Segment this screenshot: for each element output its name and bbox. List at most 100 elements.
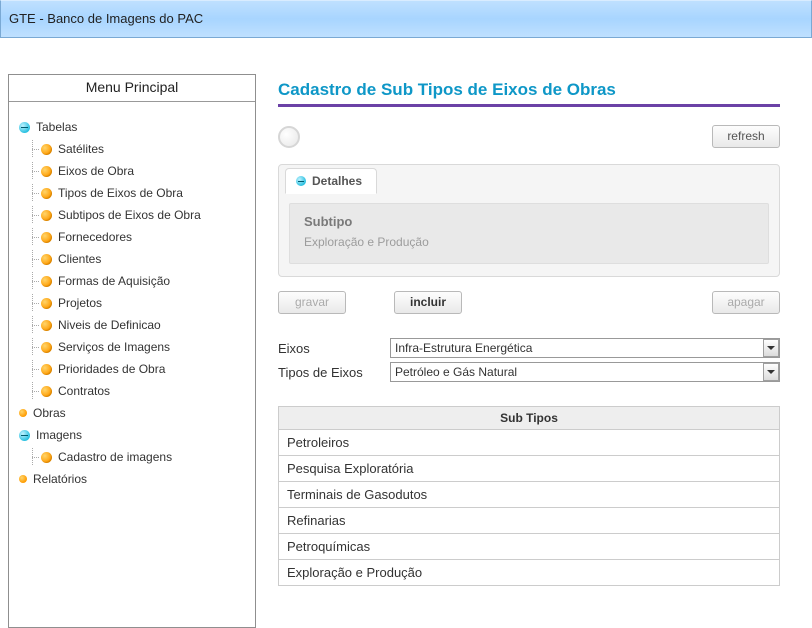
tab-detalhes[interactable]: Detalhes xyxy=(285,168,377,194)
nav-label: Serviços de Imagens xyxy=(58,338,170,356)
sidebar: Menu Principal TabelasSatélitesEixos de … xyxy=(8,74,256,628)
collapse-icon xyxy=(296,176,306,186)
tree-line xyxy=(25,360,41,378)
nav-item[interactable]: Tipos de Eixos de Obra xyxy=(25,182,255,204)
bullet-icon xyxy=(41,210,52,221)
apagar-button[interactable]: apagar xyxy=(712,291,780,314)
label-tipos-eixos: Tipos de Eixos xyxy=(278,365,390,380)
tree-line xyxy=(25,184,41,202)
tree-line xyxy=(25,448,41,466)
bullet-icon xyxy=(41,254,52,265)
chevron-down-icon[interactable] xyxy=(763,363,779,381)
button-label: apagar xyxy=(727,295,764,309)
bullet-icon xyxy=(41,386,52,397)
bullet-icon xyxy=(41,144,52,155)
nav-item[interactable]: Satélites xyxy=(25,138,255,160)
select-value: Petróleo e Gás Natural xyxy=(395,365,775,379)
window-titlebar: GTE - Banco de Imagens do PAC xyxy=(0,0,812,38)
select-value: Infra-Estrutura Energética xyxy=(395,341,775,355)
bullet-icon xyxy=(41,232,52,243)
field-label-subtipo: Subtipo xyxy=(304,214,754,229)
nav-label: Prioridades de Obra xyxy=(58,360,165,378)
bullet-icon xyxy=(41,166,52,177)
nav-label: Eixos de Obra xyxy=(58,162,134,180)
details-panel: Detalhes Subtipo xyxy=(278,164,780,277)
nav-label: Obras xyxy=(33,404,66,422)
nav-label: Projetos xyxy=(58,294,102,312)
table-row[interactable]: Petroleiros xyxy=(279,430,780,456)
tree-line xyxy=(25,228,41,246)
table-row[interactable]: Refinarias xyxy=(279,508,780,534)
collapse-icon xyxy=(19,430,30,441)
tree-line xyxy=(25,316,41,334)
bullet-icon xyxy=(41,364,52,375)
bullet-icon xyxy=(41,342,52,353)
nav-label: Formas de Aquisição xyxy=(58,272,170,290)
nav-relatorios[interactable]: Relatórios xyxy=(19,468,255,490)
select-tipos-eixos[interactable]: Petróleo e Gás Natural xyxy=(390,362,780,382)
bullet-icon xyxy=(41,320,52,331)
nav-item[interactable]: Formas de Aquisição xyxy=(25,270,255,292)
nav-item[interactable]: Subtipos de Eixos de Obra xyxy=(25,204,255,226)
main-content: Cadastro de Sub Tipos de Eixos de Obras … xyxy=(256,38,812,628)
nav-tree: Tabelas Satélites Eixos de Obra Tipos de Ei… xyxy=(9,116,255,490)
page-title: Cadastro de Sub Tipos de Eixos de Obras xyxy=(278,80,788,100)
table-cell: Petroquímicas xyxy=(279,534,780,560)
nav-item[interactable]: Serviços de Imagens xyxy=(25,336,255,358)
tree-line xyxy=(25,250,41,268)
nav-label: Niveis de Definicao xyxy=(58,316,161,334)
nav-label: Subtipos de Eixos de Obra xyxy=(58,206,201,224)
table-row[interactable]: Pesquisa Exploratória xyxy=(279,456,780,482)
table-cell: Pesquisa Exploratória xyxy=(279,456,780,482)
button-label: refresh xyxy=(727,129,764,143)
table-row[interactable]: Petroquímicas xyxy=(279,534,780,560)
select-eixos[interactable]: Infra-Estrutura Energética xyxy=(390,338,780,358)
bullet-icon xyxy=(19,475,27,483)
table-row[interactable]: Terminais de Gasodutos xyxy=(279,482,780,508)
incluir-button[interactable]: incluir xyxy=(394,291,462,314)
nav-label: Imagens xyxy=(36,426,82,444)
bullet-icon xyxy=(41,298,52,309)
bullet-icon xyxy=(19,409,27,417)
tree-line xyxy=(25,140,41,158)
nav-item[interactable]: Cadastro de imagens xyxy=(25,446,255,468)
bullet-icon xyxy=(41,452,52,463)
subtipo-input[interactable] xyxy=(304,233,754,251)
subtipos-table: Sub Tipos PetroleirosPesquisa Exploratór… xyxy=(278,406,780,586)
nav-imagens[interactable]: Imagens xyxy=(19,424,255,446)
tab-label: Detalhes xyxy=(312,174,362,188)
collapse-icon xyxy=(19,122,30,133)
nav-tabelas[interactable]: Tabelas xyxy=(19,116,255,138)
chevron-down-icon[interactable] xyxy=(763,339,779,357)
status-indicator-icon xyxy=(278,126,300,148)
nav-label: Fornecedores xyxy=(58,228,132,246)
table-row[interactable]: Exploração e Produção xyxy=(279,560,780,586)
button-label: gravar xyxy=(295,295,329,309)
tree-line xyxy=(25,382,41,400)
bullet-icon xyxy=(41,276,52,287)
tree-line xyxy=(25,294,41,312)
nav-item[interactable]: Fornecedores xyxy=(25,226,255,248)
nav-item[interactable]: Niveis de Definicao xyxy=(25,314,255,336)
nav-item[interactable]: Eixos de Obra xyxy=(25,160,255,182)
nav-label: Satélites xyxy=(58,140,104,158)
refresh-button[interactable]: refresh xyxy=(712,125,780,148)
nav-label: Clientes xyxy=(58,250,101,268)
table-cell: Refinarias xyxy=(279,508,780,534)
table-cell: Terminais de Gasodutos xyxy=(279,482,780,508)
nav-obras[interactable]: Obras xyxy=(19,402,255,424)
table-cell: Exploração e Produção xyxy=(279,560,780,586)
title-divider xyxy=(278,104,780,107)
nav-item[interactable]: Prioridades de Obra xyxy=(25,358,255,380)
nav-item[interactable]: Contratos xyxy=(25,380,255,402)
nav-item[interactable]: Projetos xyxy=(25,292,255,314)
tree-line xyxy=(25,206,41,224)
nav-item[interactable]: Clientes xyxy=(25,248,255,270)
gravar-button[interactable]: gravar xyxy=(278,291,346,314)
nav-label: Contratos xyxy=(58,382,110,400)
tree-line xyxy=(25,272,41,290)
table-header: Sub Tipos xyxy=(279,407,780,430)
tree-line xyxy=(25,162,41,180)
button-label: incluir xyxy=(410,295,446,309)
label-eixos: Eixos xyxy=(278,341,390,356)
